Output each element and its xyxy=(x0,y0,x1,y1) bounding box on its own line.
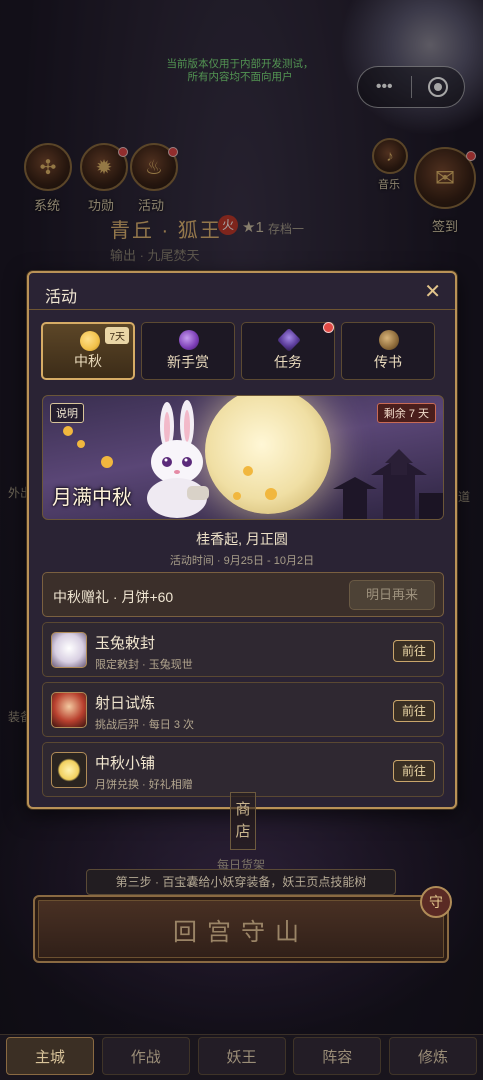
modal-title: 活动 xyxy=(45,289,78,306)
osmanthus-flower xyxy=(243,466,253,476)
days-badge: 7天 xyxy=(105,327,129,344)
tab-midautumn[interactable]: 7天 中秋 xyxy=(41,322,135,380)
activity-name: 中秋小铺 xyxy=(95,755,156,772)
shop-signboard[interactable]: 商 店 xyxy=(230,792,256,850)
daily-gift-row: 中秋赠礼 · 月饼+60 明日再来 xyxy=(42,572,444,617)
nav-demon-king[interactable]: 妖王 xyxy=(197,1037,286,1075)
osmanthus-flower xyxy=(101,456,113,468)
activity-modal: 活动 ✕ 7天 中秋 新手赏 任务 传书 说明 剩余 7 天 月满中秋 桂香起,… xyxy=(27,271,457,809)
tab-label: 任务 xyxy=(274,354,302,370)
activity-desc: 挑战后羿 · 每日 3 次 xyxy=(95,719,195,731)
return-palace-button[interactable]: 回宫守山 xyxy=(33,895,449,963)
jade-rabbit-illustration xyxy=(147,400,209,518)
nav-main-city[interactable]: 主城 xyxy=(6,1037,94,1075)
midautumn-banner: 说明 剩余 7 天 月满中秋 xyxy=(42,395,444,520)
info-button[interactable]: 说明 xyxy=(50,403,84,423)
purple-crystal-icon xyxy=(276,327,302,353)
notification-dot xyxy=(323,322,334,333)
modal-header: 活动 ✕ xyxy=(29,273,455,309)
nav-battle[interactable]: 作战 xyxy=(101,1037,190,1075)
tab-letters[interactable]: 传书 xyxy=(341,322,435,380)
banner-title: 月满中秋 xyxy=(52,487,132,509)
event-period: 活动时间 · 9月25日 - 10月2日 xyxy=(169,555,315,567)
go-button[interactable]: 前往 xyxy=(393,760,435,782)
tab-tasks[interactable]: 任务 xyxy=(241,322,335,380)
tab-newbie-reward[interactable]: 新手赏 xyxy=(141,322,235,380)
osmanthus-flower xyxy=(265,488,277,500)
activity-desc: 限定敕封 · 玉兔现世 xyxy=(95,659,193,671)
mooncake-icon xyxy=(80,331,100,351)
shop-char-2: 店 xyxy=(235,823,251,840)
nav-formation[interactable]: 阵容 xyxy=(293,1037,382,1075)
shop-char-1: 商 xyxy=(235,801,251,818)
guard-seal-icon: 守 xyxy=(420,886,452,918)
archer-icon xyxy=(51,692,87,728)
activity-tabs: 7天 中秋 新手赏 任务 传书 xyxy=(41,322,435,380)
nav-cultivation[interactable]: 修炼 xyxy=(389,1037,477,1075)
list-item[interactable]: 中秋小铺 月饼兑换 · 好礼相赠 前往 xyxy=(42,742,444,797)
event-slogan: 桂香起, 月正圆 xyxy=(196,531,288,547)
osmanthus-flower xyxy=(233,492,241,500)
go-button[interactable]: 前往 xyxy=(393,640,435,662)
header-divider xyxy=(29,309,455,310)
pagoda-silhouette xyxy=(333,449,443,519)
remaining-days-badge: 剩余 7 天 xyxy=(376,403,436,423)
purple-orb-icon xyxy=(179,330,199,350)
tab-label: 新手赏 xyxy=(167,354,209,370)
activity-list: 玉兔敕封 限定敕封 · 玉兔现世 前往 射日试炼 挑战后羿 · 每日 3 次 前… xyxy=(42,622,444,802)
tab-label: 中秋 xyxy=(74,353,102,369)
activity-desc: 月饼兑换 · 好礼相赠 xyxy=(95,779,193,791)
bottom-nav: 主城 作战 妖王 阵容 修炼 xyxy=(0,1034,483,1080)
list-item[interactable]: 射日试炼 挑战后羿 · 每日 3 次 前往 xyxy=(42,682,444,737)
list-item[interactable]: 玉兔敕封 限定敕封 · 玉兔现世 前往 xyxy=(42,622,444,677)
activity-name: 射日试炼 xyxy=(95,695,156,712)
osmanthus-flower xyxy=(77,440,85,448)
mooncake-icon xyxy=(51,752,87,788)
come-back-tomorrow-button[interactable]: 明日再来 xyxy=(349,580,435,610)
guide-tip: 第三步 · 百宝囊给小妖穿装备，妖王页点技能树 xyxy=(86,869,396,895)
bronze-scroll-icon xyxy=(379,330,399,350)
jade-rabbit-icon xyxy=(51,632,87,668)
go-button[interactable]: 前往 xyxy=(393,700,435,722)
osmanthus-flower xyxy=(63,426,73,436)
close-icon[interactable]: ✕ xyxy=(424,279,441,304)
activity-name: 玉兔敕封 xyxy=(95,635,156,652)
tab-label: 传书 xyxy=(374,354,402,370)
gift-text: 中秋赠礼 · 月饼+60 xyxy=(53,589,174,605)
